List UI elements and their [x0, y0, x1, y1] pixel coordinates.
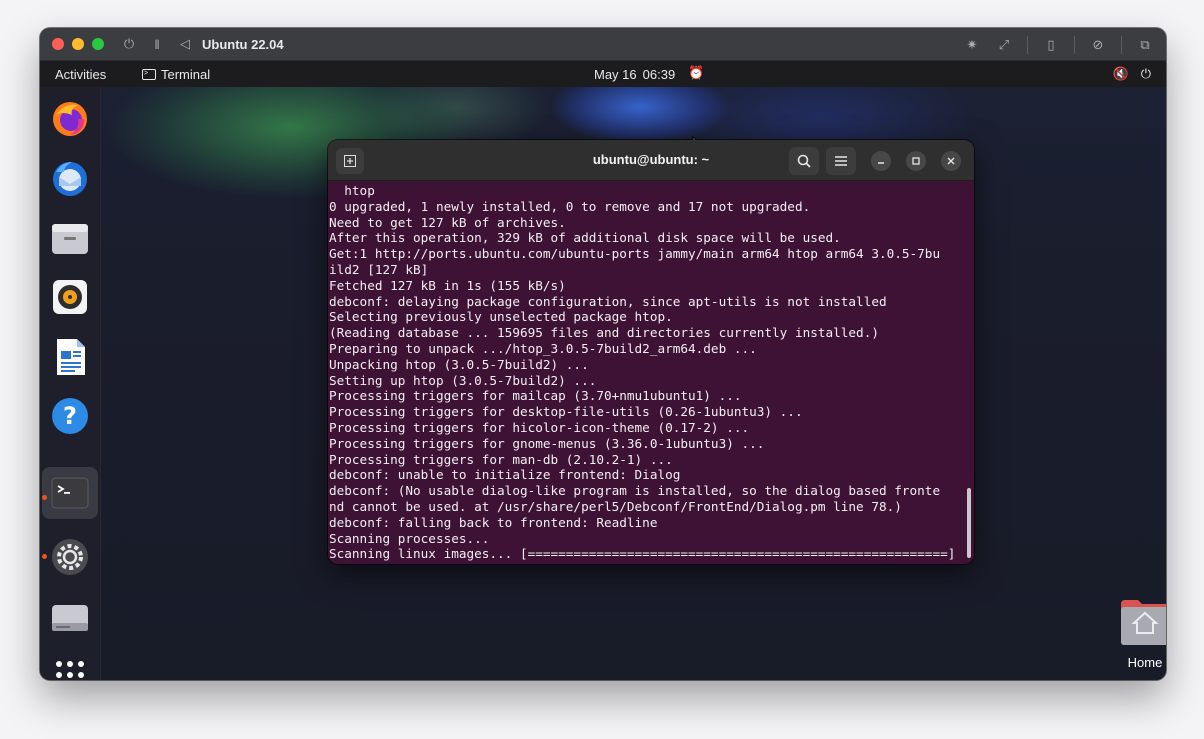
gnome-top-bar: Activities > Terminal May 16 06:39 ⏰ 🔇 ⏻: [40, 61, 1166, 87]
vm-toolbar: ✷ ⤢ ▯ ⊘ ⧉: [963, 28, 1154, 61]
help-icon[interactable]: ?: [50, 396, 90, 436]
pause-icon[interactable]: ‖: [150, 37, 164, 52]
clock[interactable]: May 16 06:39: [594, 67, 675, 82]
toolbar-divider: [1074, 35, 1075, 54]
terminal-line: (Reading database ... 159695 files and d…: [329, 325, 879, 341]
terminal-window[interactable]: ubuntu@ubuntu: ~ htop 0 upgraded, 1 newl…: [328, 140, 974, 564]
files-icon[interactable]: [50, 218, 90, 258]
search-button[interactable]: [789, 147, 819, 175]
dock: ?: [40, 87, 101, 680]
settings-icon[interactable]: [50, 537, 90, 577]
terminal-line: After this operation, 329 kB of addition…: [329, 230, 841, 246]
vm-window: ⏻ ‖ ◁ Ubuntu 22.04 ✷ ⤢ ▯ ⊘ ⧉ Activities …: [40, 28, 1166, 680]
close-icon: [947, 157, 955, 165]
menu-button[interactable]: [826, 147, 856, 175]
terminal-line: Fetched 127 kB in 1s (155 kB/s): [329, 277, 566, 293]
terminal-line: Need to get 127 kB of archives.: [329, 214, 566, 230]
maximize-button[interactable]: [906, 151, 926, 171]
vm-title: Ubuntu 22.04: [202, 36, 284, 52]
hamburger-icon: [835, 156, 847, 166]
minimize-window-button[interactable]: [72, 38, 84, 50]
terminal-line: debconf: unable to initialize frontend: …: [329, 467, 681, 483]
volume-muted-icon: 🔇: [1112, 66, 1129, 81]
sharing-icon[interactable]: ⊘: [1089, 37, 1107, 53]
toolbar-divider: [1027, 35, 1028, 54]
system-menu[interactable]: 🔇 ⏻: [1113, 66, 1151, 82]
home-folder-icon[interactable]: [1120, 598, 1166, 646]
terminal-line: Processing triggers for man-db (2.10.2-1…: [329, 451, 673, 467]
search-icon: [797, 154, 811, 168]
minimize-icon: [878, 162, 884, 164]
power-icon: ⏻: [1140, 66, 1151, 81]
terminal-line: 0 upgraded, 1 newly installed, 0 to remo…: [329, 198, 811, 214]
terminal-line: Processing triggers for hicolor-icon-the…: [329, 419, 750, 435]
svg-text:?: ?: [63, 402, 77, 430]
back-icon[interactable]: ◁: [178, 36, 192, 52]
minimize-button[interactable]: [871, 151, 891, 171]
terminal-line: Scanning linux images... [==============…: [329, 546, 956, 562]
toolbar-divider: [1121, 35, 1122, 54]
brightness-icon[interactable]: ✷: [963, 37, 981, 53]
terminal-line: debconf: delaying package configuration,…: [329, 293, 887, 309]
terminal-line: nd cannot be used. at /usr/share/perl5/D…: [329, 498, 902, 514]
terminal-line: htop: [329, 183, 375, 198]
terminal-line: Setting up htop (3.0.5-7build2) ...: [329, 372, 597, 388]
home-folder-label[interactable]: Home: [1115, 655, 1166, 670]
terminal-line: debconf: falling back to frontend: Readl…: [329, 514, 658, 530]
thunderbird-icon[interactable]: [50, 158, 90, 198]
running-indicator: [42, 554, 47, 559]
usb-icon[interactable]: ▯: [1042, 37, 1060, 53]
activities-button[interactable]: Activities: [55, 67, 106, 82]
zoom-window-button[interactable]: [92, 38, 104, 50]
terminal-line: debconf: (No usable dialog-like program …: [329, 483, 941, 499]
app-menu[interactable]: > Terminal: [142, 67, 210, 82]
terminal-line: Preparing to unpack .../htop_3.0.5-7buil…: [329, 340, 757, 356]
terminal-line: Get:1 http://ports.ubuntu.com/ubuntu-por…: [329, 246, 941, 262]
clock-time: 06:39: [642, 67, 676, 82]
terminal-icon: >: [142, 69, 156, 80]
app-grid-icon[interactable]: [50, 655, 90, 680]
firefox-icon[interactable]: [50, 99, 90, 139]
rhythmbox-icon[interactable]: [50, 277, 90, 317]
terminal-line: Unpacking htop (3.0.5-7build2) ...: [329, 356, 589, 372]
window-controls: [52, 38, 104, 50]
terminal-line: ild2 [127 kB]: [329, 261, 429, 277]
close-button[interactable]: [941, 151, 961, 171]
power-icon[interactable]: ⏻: [122, 36, 136, 52]
terminal-line: Processing triggers for gnome-menus (3.3…: [329, 435, 765, 451]
terminal-headerbar[interactable]: ubuntu@ubuntu: ~: [328, 140, 974, 181]
windows-icon[interactable]: ⧉: [1136, 37, 1154, 53]
close-window-button[interactable]: [52, 38, 64, 50]
disk-icon[interactable]: [50, 597, 90, 637]
alarm-icon: ⏰: [688, 65, 705, 80]
terminal-line: Scanning processes...: [329, 530, 490, 546]
vm-titlebar: ⏻ ‖ ◁ Ubuntu 22.04 ✷ ⤢ ▯ ⊘ ⧉: [40, 28, 1166, 61]
clock-date: May 16: [594, 67, 637, 82]
writer-icon[interactable]: [50, 337, 90, 377]
terminal-line: Processing triggers for mailcap (3.70+nm…: [329, 388, 742, 404]
terminal-output[interactable]: htop 0 upgraded, 1 newly installed, 0 to …: [328, 181, 974, 564]
running-indicator: [42, 495, 47, 500]
terminal-line: Selecting previously unselected package …: [329, 309, 673, 325]
terminal-icon[interactable]: [50, 473, 90, 513]
terminal-scrollbar[interactable]: [967, 488, 971, 558]
terminal-line: Processing triggers for desktop-file-uti…: [329, 404, 803, 420]
app-menu-label: Terminal: [161, 67, 211, 82]
maximize-icon: [912, 157, 920, 165]
resize-icon[interactable]: ⤢: [995, 37, 1013, 53]
